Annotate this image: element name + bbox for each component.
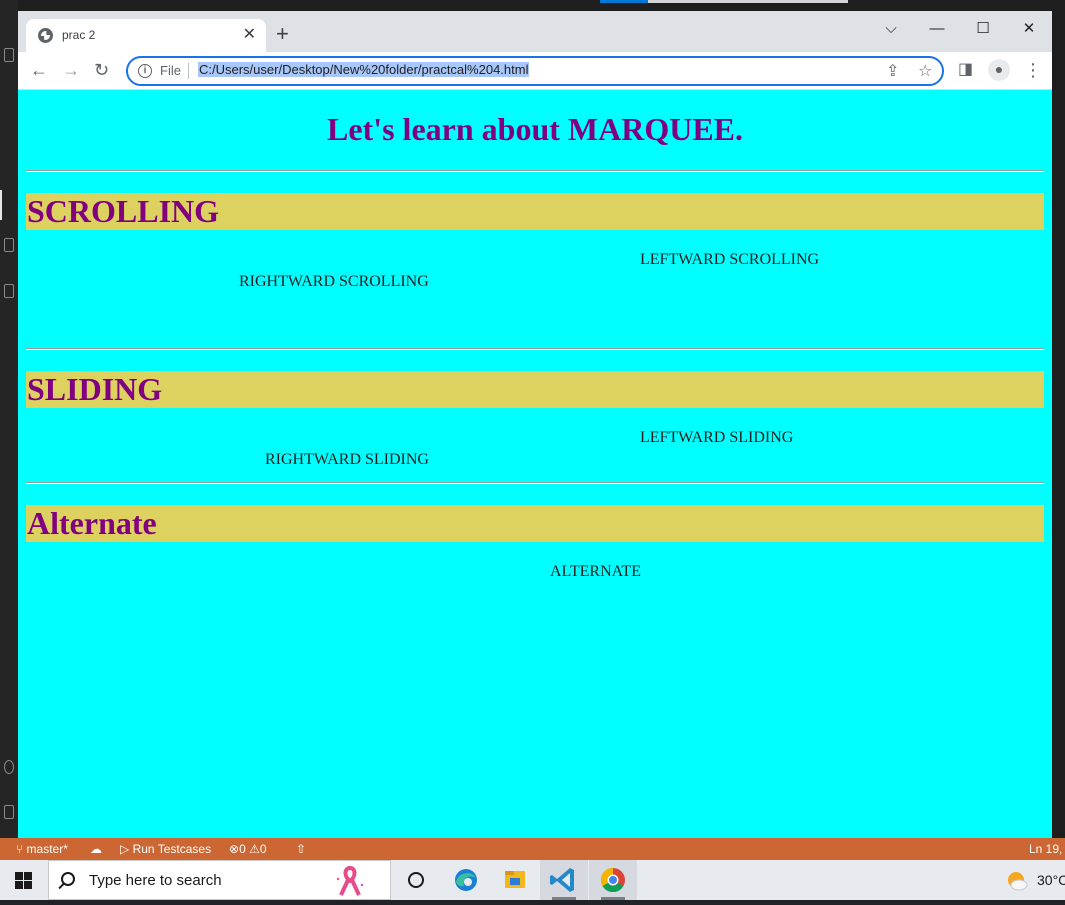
section-heading-alternate: Alternate [26,505,1044,542]
error-count: 0 [239,842,246,856]
section-heading-sliding: SLIDING [26,371,1044,408]
horizontal-rule [26,482,1044,484]
editor-title-strip [18,0,1058,11]
chrome-taskbar-button[interactable] [589,860,637,900]
folder-icon [505,871,525,888]
taskbar-search-box[interactable]: Type here to search [48,860,391,900]
search-placeholder: Type here to search [89,872,222,889]
extensions-icon[interactable] [4,238,14,252]
marquee-alternate: ALTERNATE [550,563,641,580]
activity-bar-active-indicator [0,190,2,220]
browser-tab[interactable]: prac 2 ✕ [26,19,266,52]
marquee-leftward-scrolling: LEFTWARD SCROLLING [640,251,820,268]
tab-strip: prac 2 ✕ + ⌵ — ☐ ✕ [18,11,1052,52]
share-icon[interactable]: ⇪ [886,62,899,82]
branch-name: master* [26,842,68,856]
forward-arrow-icon[interactable]: → [62,60,80,80]
run-testcases-item[interactable]: ▷ Run Testcases [120,838,211,860]
sync-cloud-icon[interactable]: ☁ [90,838,102,860]
globe-icon [38,28,53,43]
task-view-button[interactable] [392,860,440,900]
back-arrow-icon[interactable]: ← [30,60,48,80]
omnibox-separator [188,63,189,79]
new-tab-icon[interactable]: + [276,23,289,45]
windows-taskbar: Type here to search 30°C [0,860,1065,900]
weather-sun-cloud-icon[interactable] [1006,870,1028,892]
vscode-taskbar-button[interactable] [540,860,588,900]
marquee-rightward-sliding: RIGHTWARD SLIDING [265,451,429,468]
git-branch-icon: ⑂ [16,842,24,856]
page-title: Let's learn about MARQUEE. [327,111,743,147]
marquee-rightward-scrolling: RIGHTWARD SCROLLING [239,273,429,290]
menu-kebab-icon[interactable]: ⋮ [1024,60,1042,80]
section-heading-scrolling: SCROLLING [26,193,1044,230]
manage-gear-icon[interactable] [4,805,14,819]
windows-start-icon[interactable] [15,872,32,889]
explorer-icon[interactable] [4,48,14,62]
warning-count: 0 [259,842,267,856]
browser-toolbar: ← → ↻ i File C:/Users/user/Desktop/New%2… [18,52,1052,90]
tab-search-chevron-icon[interactable]: ⌵ [876,17,906,41]
web-page: Let's learn about MARQUEE. SCROLLING LEF… [18,90,1052,842]
cortana-circle-icon [408,872,424,888]
editor-activity-bar [0,0,18,838]
edge-icon [455,869,477,891]
address-bar[interactable]: i File C:/Users/user/Desktop/New%20folde… [126,56,944,86]
weather-temperature[interactable]: 30°C [1037,872,1065,888]
chrome-icon [600,868,625,893]
live-share-icon[interactable]: ⇧ [296,838,306,860]
browser-window: prac 2 ✕ + ⌵ — ☐ ✕ ← → ↻ i File C:/Users… [18,11,1052,842]
close-window-icon[interactable]: ✕ [1014,17,1044,41]
account-icon[interactable] [4,760,14,774]
maximize-icon[interactable]: ☐ [968,17,998,41]
warning-icon: ⚠ [249,842,260,856]
site-info-icon[interactable]: i [138,64,152,78]
profile-avatar-icon[interactable]: ● [988,59,1010,81]
editor-right-edge [1052,0,1065,838]
play-icon: ▷ [120,842,130,856]
side-panel-icon[interactable]: ◨ [958,60,973,80]
tab-title: prac 2 [62,28,96,42]
vscode-status-bar: ⑂ master* ☁ ▷ Run Testcases ⊗0 ⚠0 ⇧ Ln 1… [0,838,1065,860]
edge-taskbar-button[interactable] [442,860,490,900]
bookmark-star-icon[interactable]: ☆ [918,62,932,82]
cursor-position[interactable]: Ln 19, C [1029,838,1065,860]
problems-item[interactable]: ⊗0 ⚠0 [229,838,267,860]
vscode-icon [550,868,574,892]
minimize-icon[interactable]: — [922,17,952,41]
horizontal-rule [26,170,1044,172]
pink-ribbon-icon [336,865,364,896]
branch-item[interactable]: ⑂ master* [16,838,68,860]
search-icon [61,872,75,886]
error-icon: ⊗ [229,842,240,856]
reload-icon[interactable]: ↻ [94,60,109,80]
testing-icon[interactable] [4,284,14,298]
url-text[interactable]: C:/Users/user/Desktop/New%20folder/pract… [198,62,530,77]
scheme-label: File [160,63,181,78]
horizontal-rule [26,348,1044,350]
file-explorer-taskbar-button[interactable] [491,860,539,900]
run-testcases-label: Run Testcases [132,842,212,856]
close-tab-icon[interactable]: ✕ [243,25,256,45]
marquee-leftward-sliding: LEFTWARD SLIDING [640,429,794,446]
